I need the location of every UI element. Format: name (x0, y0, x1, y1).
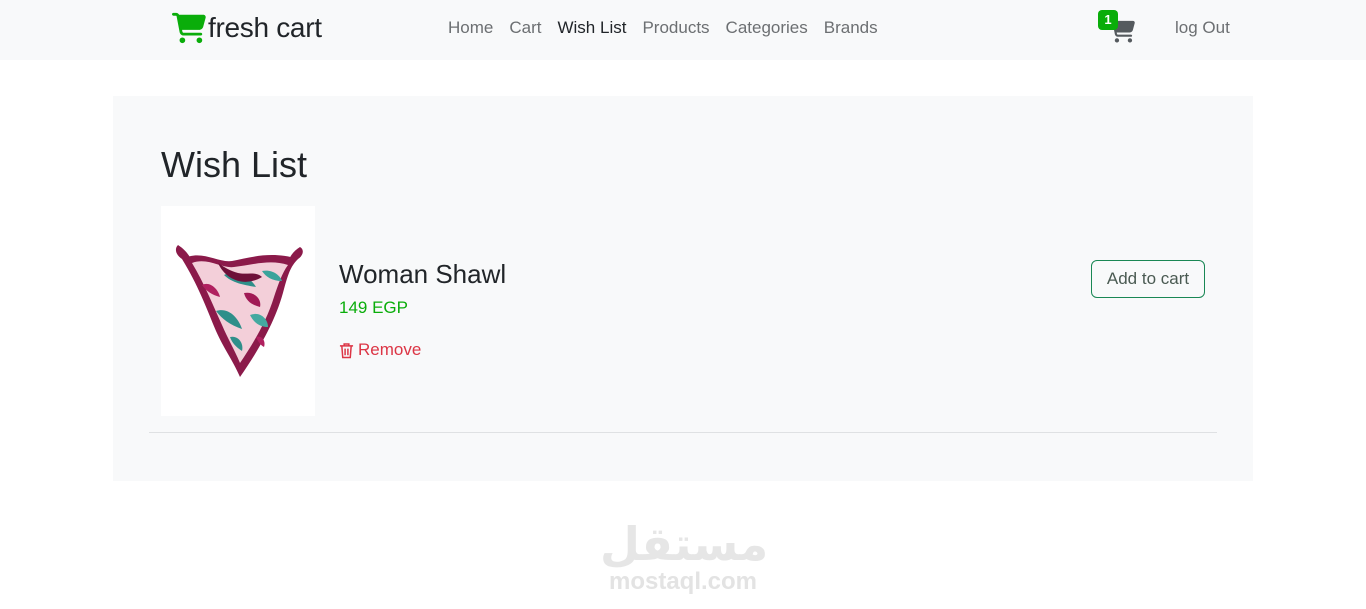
product-price: 149 EGP (339, 298, 408, 317)
brand-name: fresh cart (208, 12, 322, 43)
trash-icon (339, 342, 354, 358)
nav-links: Home Cart Wish List Products Categories … (440, 18, 886, 38)
wishlist-panel: Wish List Woman Shawl 149 EGP Remove Add… (113, 96, 1253, 481)
product-name: Woman Shawl (339, 259, 507, 289)
watermark: مستقل mostaql.com (600, 517, 769, 600)
watermark-latin: mostaql.com (608, 568, 758, 595)
add-to-cart-button[interactable]: Add to cart (1091, 260, 1205, 298)
nav-link-home[interactable]: Home (440, 18, 501, 38)
shawl-image (175, 245, 303, 377)
watermark-arabic: مستقل (600, 517, 769, 571)
nav-cart-button[interactable]: 1 (1098, 10, 1136, 46)
remove-button[interactable]: Remove (339, 340, 421, 360)
nav-link-categories[interactable]: Categories (718, 18, 816, 38)
navbar: fresh cart Home Cart Wish List Products … (0, 0, 1366, 60)
shopping-cart-icon (172, 12, 206, 44)
page-title: Wish List (161, 144, 308, 185)
brand-logo[interactable]: fresh cart (172, 10, 322, 46)
item-divider (149, 432, 1217, 433)
product-image (161, 206, 315, 416)
nav-link-products[interactable]: Products (634, 18, 717, 38)
remove-label: Remove (358, 340, 422, 359)
nav-link-cart[interactable]: Cart (501, 18, 549, 38)
nav-link-wish-list[interactable]: Wish List (549, 18, 634, 38)
logout-link[interactable]: log Out (1175, 18, 1230, 38)
nav-link-brands[interactable]: Brands (816, 18, 886, 38)
cart-count-badge: 1 (1098, 10, 1118, 30)
